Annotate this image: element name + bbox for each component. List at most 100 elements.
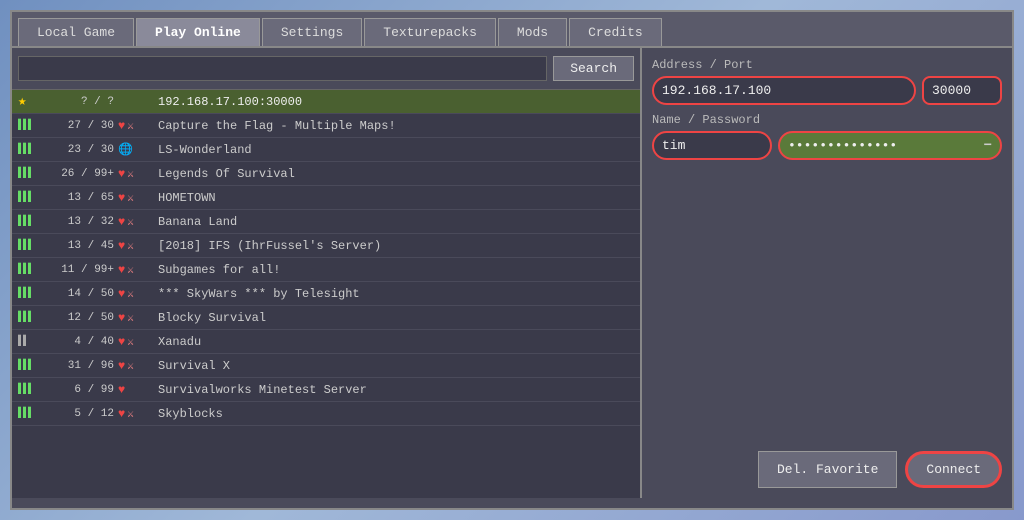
signal-icon: ▌▌▌ xyxy=(18,192,50,203)
heart-icon: ♥ xyxy=(118,263,125,277)
signal-icon: ▌▌▌ xyxy=(18,408,50,419)
signal-icon: ▌▌▌ xyxy=(18,216,50,227)
content-area: Search ★ ? / ? 192.168.17.100:30000 ▌▌▌ … xyxy=(12,48,1012,498)
server-name: [2018] IFS (IhrFussel's Server) xyxy=(158,239,634,253)
row-icons: 🌐 xyxy=(118,142,154,157)
players-count: 4 / 40 xyxy=(54,336,114,348)
del-favorite-button[interactable]: Del. Favorite xyxy=(758,451,897,488)
server-name: Banana Land xyxy=(158,215,634,229)
right-panel: Address / Port Name / Password − xyxy=(642,48,1012,498)
players-count: 31 / 96 xyxy=(54,360,114,372)
heart-icon: ♥ xyxy=(118,383,125,397)
signal-icon: ▌▌▌ xyxy=(18,120,50,131)
row-icons: ♥ ⚔ xyxy=(118,359,154,373)
heart-icon: ♥ xyxy=(118,215,125,229)
row-icons: ♥ ⚔ xyxy=(118,335,154,349)
table-row[interactable]: ▌▌▌ 12 / 50 ♥ ⚔ Blocky Survival xyxy=(12,306,640,330)
port-input[interactable] xyxy=(922,76,1002,105)
address-group: Address / Port xyxy=(652,58,1002,105)
tab-texturepacks[interactable]: Texturepacks xyxy=(364,18,496,46)
players-count: 14 / 50 xyxy=(54,288,114,300)
table-row[interactable]: ▌▌▌ 11 / 99+ ♥ ⚔ Subgames for all! xyxy=(12,258,640,282)
players-count: 13 / 65 xyxy=(54,192,114,204)
pvp-icon: ⚔ xyxy=(127,407,134,421)
table-row[interactable]: ▌▌ 4 / 40 ♥ ⚔ Xanadu xyxy=(12,330,640,354)
row-icons: ♥ ⚔ xyxy=(118,407,154,421)
server-name: Subgames for all! xyxy=(158,263,634,277)
server-list[interactable]: ★ ? / ? 192.168.17.100:30000 ▌▌▌ 27 / 30… xyxy=(12,90,640,498)
globe-icon: 🌐 xyxy=(118,142,133,157)
players-count: 6 / 99 xyxy=(54,384,114,396)
heart-icon: ♥ xyxy=(118,287,125,301)
signal-icon: ▌▌▌ xyxy=(18,360,50,371)
table-row[interactable]: ▌▌▌ 13 / 32 ♥ ⚔ Banana Land xyxy=(12,210,640,234)
players-count: 27 / 30 xyxy=(54,120,114,132)
heart-icon: ♥ xyxy=(118,407,125,421)
table-row[interactable]: ★ ? / ? 192.168.17.100:30000 xyxy=(12,90,640,114)
server-name: Survival X xyxy=(158,359,634,373)
table-row[interactable]: ▌▌▌ 6 / 99 ♥ Survivalworks Minetest Serv… xyxy=(12,378,640,402)
signal-icon: ▌▌▌ xyxy=(18,312,50,323)
pvp-icon: ⚔ xyxy=(127,359,134,373)
table-row[interactable]: ▌▌▌ 31 / 96 ♥ ⚔ Survival X xyxy=(12,354,640,378)
connect-button[interactable]: Connect xyxy=(905,451,1002,488)
main-window: Local Game Play Online Settings Texturep… xyxy=(10,10,1014,510)
password-wrap: − xyxy=(778,131,1002,160)
server-address: 192.168.17.100:30000 xyxy=(158,95,634,109)
players-count: 13 / 32 xyxy=(54,216,114,228)
left-panel: Search ★ ? / ? 192.168.17.100:30000 ▌▌▌ … xyxy=(12,48,642,498)
signal-icon: ▌▌ xyxy=(18,336,50,347)
tab-credits[interactable]: Credits xyxy=(569,18,662,46)
search-button[interactable]: Search xyxy=(553,56,634,81)
tab-mods[interactable]: Mods xyxy=(498,18,567,46)
players-count: ? / ? xyxy=(54,96,114,108)
signal-icon: ▌▌▌ xyxy=(18,168,50,179)
server-name: LS-Wonderland xyxy=(158,143,634,157)
table-row[interactable]: ▌▌▌ 14 / 50 ♥ ⚔ *** SkyWars *** by Teles… xyxy=(12,282,640,306)
players-count: 11 / 99+ xyxy=(54,264,114,276)
table-row[interactable]: ▌▌▌ 13 / 45 ♥ ⚔ [2018] IFS (IhrFussel's … xyxy=(12,234,640,258)
table-row[interactable]: ▌▌▌ 5 / 12 ♥ ⚔ Skyblocks xyxy=(12,402,640,426)
pvp-icon: ⚔ xyxy=(127,191,134,205)
password-minus-button[interactable]: − xyxy=(982,138,994,154)
search-bar: Search xyxy=(12,48,640,90)
pvp-icon: ⚔ xyxy=(127,311,134,325)
address-field-row xyxy=(652,76,1002,105)
row-icons: ♥ ⚔ xyxy=(118,167,154,181)
row-icons: ♥ ⚔ xyxy=(118,239,154,253)
table-row[interactable]: ▌▌▌ 23 / 30 🌐 LS-Wonderland xyxy=(12,138,640,162)
server-name: Legends Of Survival xyxy=(158,167,634,181)
server-name: Capture the Flag - Multiple Maps! xyxy=(158,119,634,133)
server-name: HOMETOWN xyxy=(158,191,634,205)
address-label: Address / Port xyxy=(652,58,1002,72)
search-input[interactable] xyxy=(18,56,547,81)
name-password-row: − xyxy=(652,131,1002,160)
table-row[interactable]: ▌▌▌ 27 / 30 ♥ ⚔ Capture the Flag - Multi… xyxy=(12,114,640,138)
server-name: Survivalworks Minetest Server xyxy=(158,383,634,397)
server-name: Xanadu xyxy=(158,335,634,349)
table-row[interactable]: ▌▌▌ 26 / 99+ ♥ ⚔ Legends Of Survival xyxy=(12,162,640,186)
name-input[interactable] xyxy=(652,131,772,160)
pvp-icon: ⚔ xyxy=(127,287,134,301)
heart-icon: ♥ xyxy=(118,311,125,325)
players-count: 23 / 30 xyxy=(54,144,114,156)
address-input[interactable] xyxy=(652,76,916,105)
heart-icon: ♥ xyxy=(118,359,125,373)
server-name: Skyblocks xyxy=(158,407,634,421)
signal-icon: ▌▌▌ xyxy=(18,384,50,395)
tab-settings[interactable]: Settings xyxy=(262,18,362,46)
row-icons: ♥ ⚔ xyxy=(118,191,154,205)
row-icons: ♥ ⚔ xyxy=(118,263,154,277)
server-name: Blocky Survival xyxy=(158,311,634,325)
heart-icon: ♥ xyxy=(118,335,125,349)
signal-icon: ▌▌▌ xyxy=(18,144,50,155)
tab-play-online[interactable]: Play Online xyxy=(136,18,260,46)
pvp-icon: ⚔ xyxy=(127,335,134,349)
password-input[interactable] xyxy=(786,133,982,158)
action-buttons: Del. Favorite Connect xyxy=(652,451,1002,488)
row-icons: ♥ ⚔ xyxy=(118,287,154,301)
tab-local-game[interactable]: Local Game xyxy=(18,18,134,46)
table-row[interactable]: ▌▌▌ 13 / 65 ♥ ⚔ HOMETOWN xyxy=(12,186,640,210)
server-name: *** SkyWars *** by Telesight xyxy=(158,287,634,301)
signal-icon: ▌▌▌ xyxy=(18,264,50,275)
